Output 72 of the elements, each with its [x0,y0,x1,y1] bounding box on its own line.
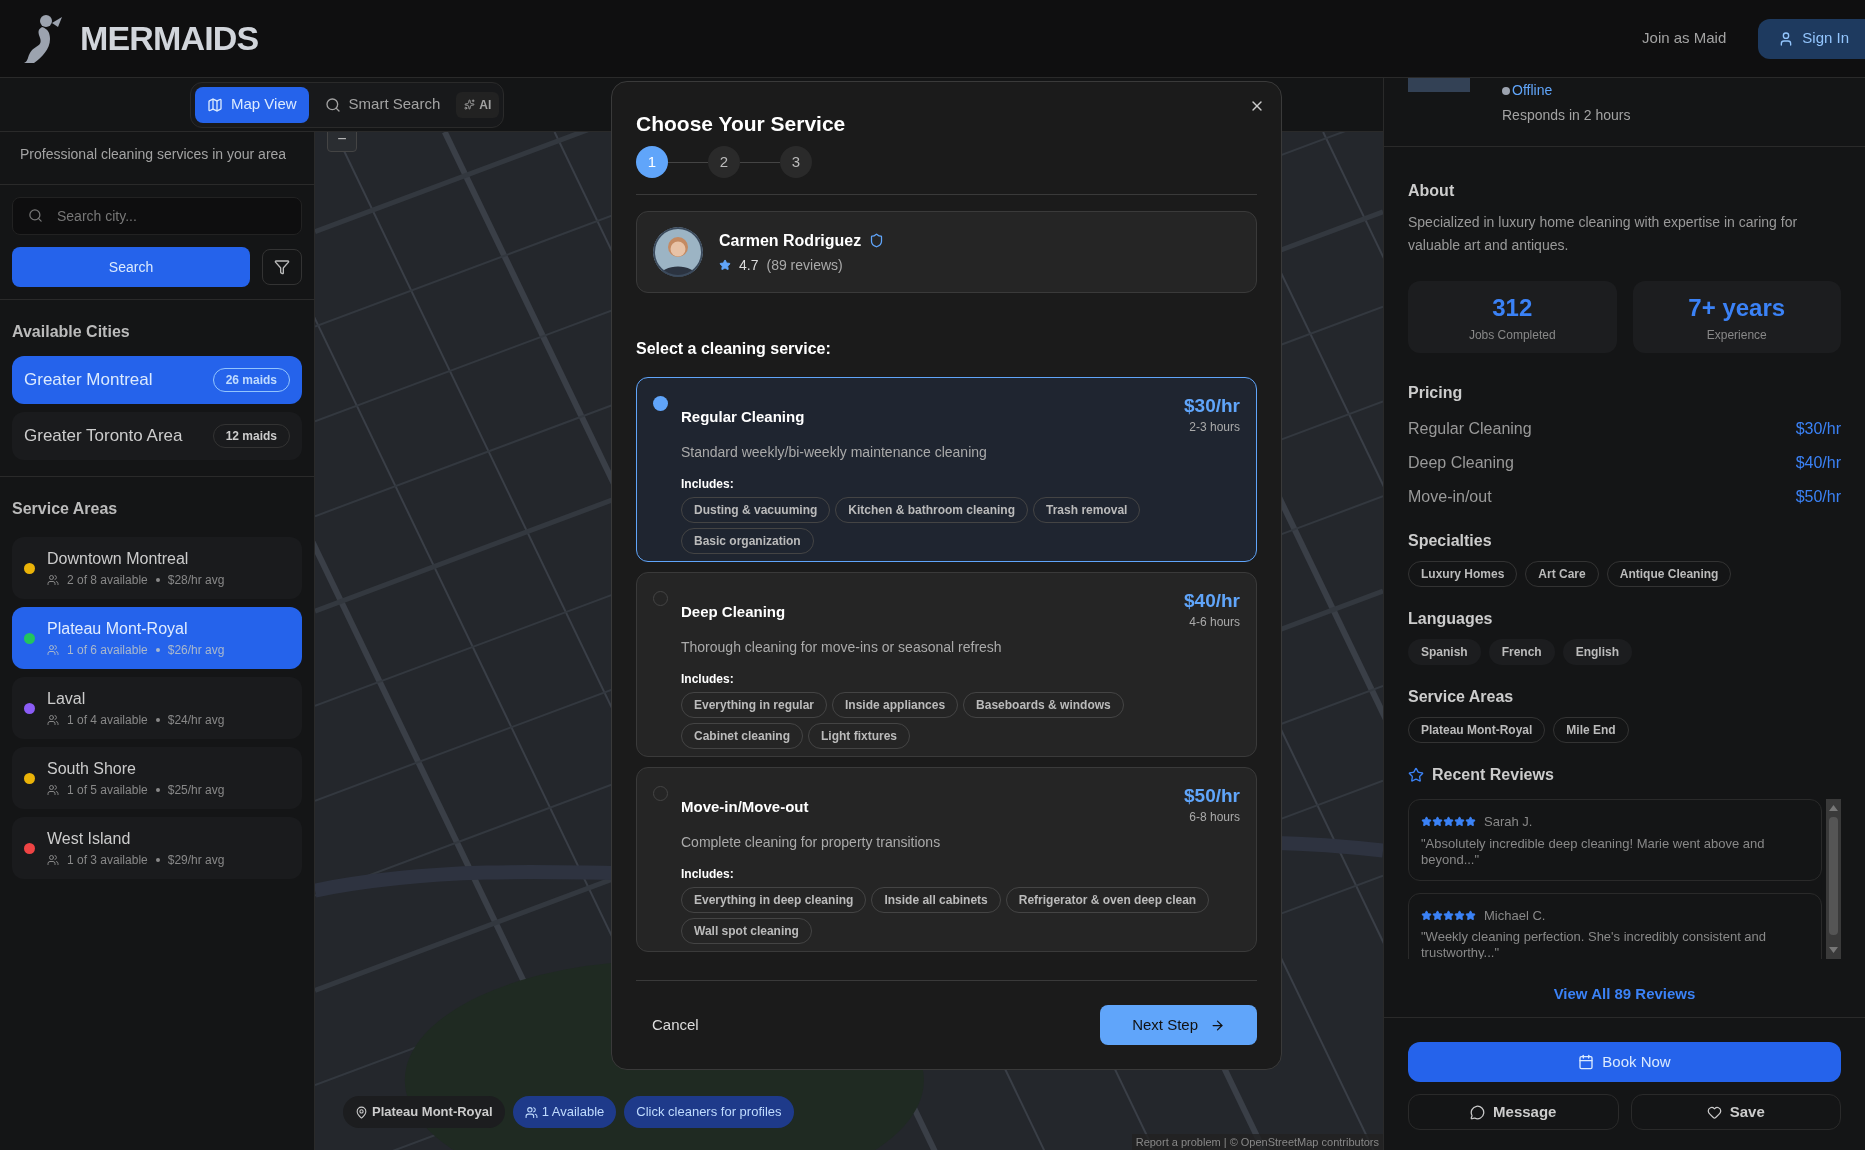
view-tab[interactable]: Smart Search [312,86,453,123]
stat-card: 7+ years Experience [1632,281,1841,353]
price-label: Deep Cleaning [1408,453,1514,473]
star-icon [1465,816,1476,828]
section-heading: Available Cities [12,322,131,342]
price-label: Regular Cleaning [1408,419,1532,439]
search-icon [324,96,341,113]
star-icon [1443,909,1454,921]
city-item[interactable]: Greater Toronto Area 12 maids [12,412,302,460]
review-text: "Absolutely incredible deep cleaning! Marie went above and beyond..." [1421,835,1766,868]
review-author: Sarah J. [1484,813,1533,831]
review-author: Michael C. [1484,906,1546,925]
map-icon [207,96,223,113]
book-now-button[interactable]: Book Now [1408,1042,1841,1082]
price-value: $30/hr [1795,419,1841,439]
filter-button[interactable] [262,249,302,285]
tag: English [1562,639,1633,665]
section-heading: Specialties [1408,531,1493,551]
city-item[interactable]: Greater Montreal 26 maids [12,356,302,404]
users-icon [47,714,59,726]
tag: French [1488,639,1555,665]
area-item[interactable]: Plateau Mont-Royal 1 of 6 available $26/hr avg [12,607,302,669]
area-item[interactable]: Downtown Montreal 2 of 8 available $28/hr avg [12,537,302,599]
star-icon [1408,767,1424,783]
price-value: $50/hr [1795,487,1841,507]
chat-icon [1470,1104,1486,1120]
calendar-icon [1578,1054,1595,1070]
star-icon [1454,909,1465,921]
sparkle-icon [464,99,476,110]
star-icon [1421,909,1432,921]
ai-badge: AI [456,91,500,118]
search-icon [28,208,43,223]
star-icon [1421,816,1432,828]
sign-in-button[interactable]: Sign In [1758,18,1865,59]
status-text: Offline [1502,80,1631,101]
star-icon [1432,909,1443,921]
dialog-title: Choose Your Service [636,111,847,137]
filter-icon [274,259,290,275]
response-time: Responds in 2 hours [1502,106,1631,125]
users-icon [47,854,59,866]
users-icon [47,574,59,586]
users-icon [47,784,59,796]
view-tab[interactable]: Map View [195,86,309,123]
star-icon [1443,816,1454,828]
section-heading: Languages [1408,609,1494,629]
section-heading: Service Areas [1408,687,1515,707]
tag: Spanish [1408,639,1481,665]
heart-icon [1706,1104,1722,1120]
message-button[interactable]: Message [1408,1094,1619,1130]
search-field[interactable]: Search city... [12,197,302,235]
star-icon [1465,909,1476,921]
section-heading: Recent Reviews [1432,765,1554,785]
area-item[interactable]: Laval 1 of 4 available $24/hr avg [12,677,302,739]
search-button[interactable]: Search [12,247,250,287]
section-heading: Service Areas [12,499,119,519]
tagline: Professional cleaning services in your area [0,132,314,185]
section-heading: Pricing [1408,383,1464,403]
section-heading: About [1408,181,1456,201]
price-label: Move-in/out [1408,487,1492,507]
brand-name: MERMAIDS [80,18,259,59]
stat-card: 312 Jobs Completed [1408,281,1617,353]
star-icon [1432,816,1443,828]
price-value: $40/hr [1795,453,1841,473]
join-link[interactable]: Join as Maid [1642,27,1727,50]
star-icon [1454,816,1465,828]
view-all-link[interactable]: View All 89 Reviews [1553,983,1696,1006]
area-item[interactable]: South Shore 1 of 5 available $25/hr avg [12,747,302,809]
users-icon [47,644,59,656]
area-item[interactable]: West Island 1 of 3 available $29/hr avg [12,817,302,879]
review-text: "Weekly cleaning perfection. She's incredibly consistent and trustworthy..." [1421,929,1768,959]
about-text: Specialized in luxury home cleaning with expertise in caring for valuable art and antiques. [1408,213,1799,255]
save-button[interactable]: Save [1630,1094,1841,1130]
